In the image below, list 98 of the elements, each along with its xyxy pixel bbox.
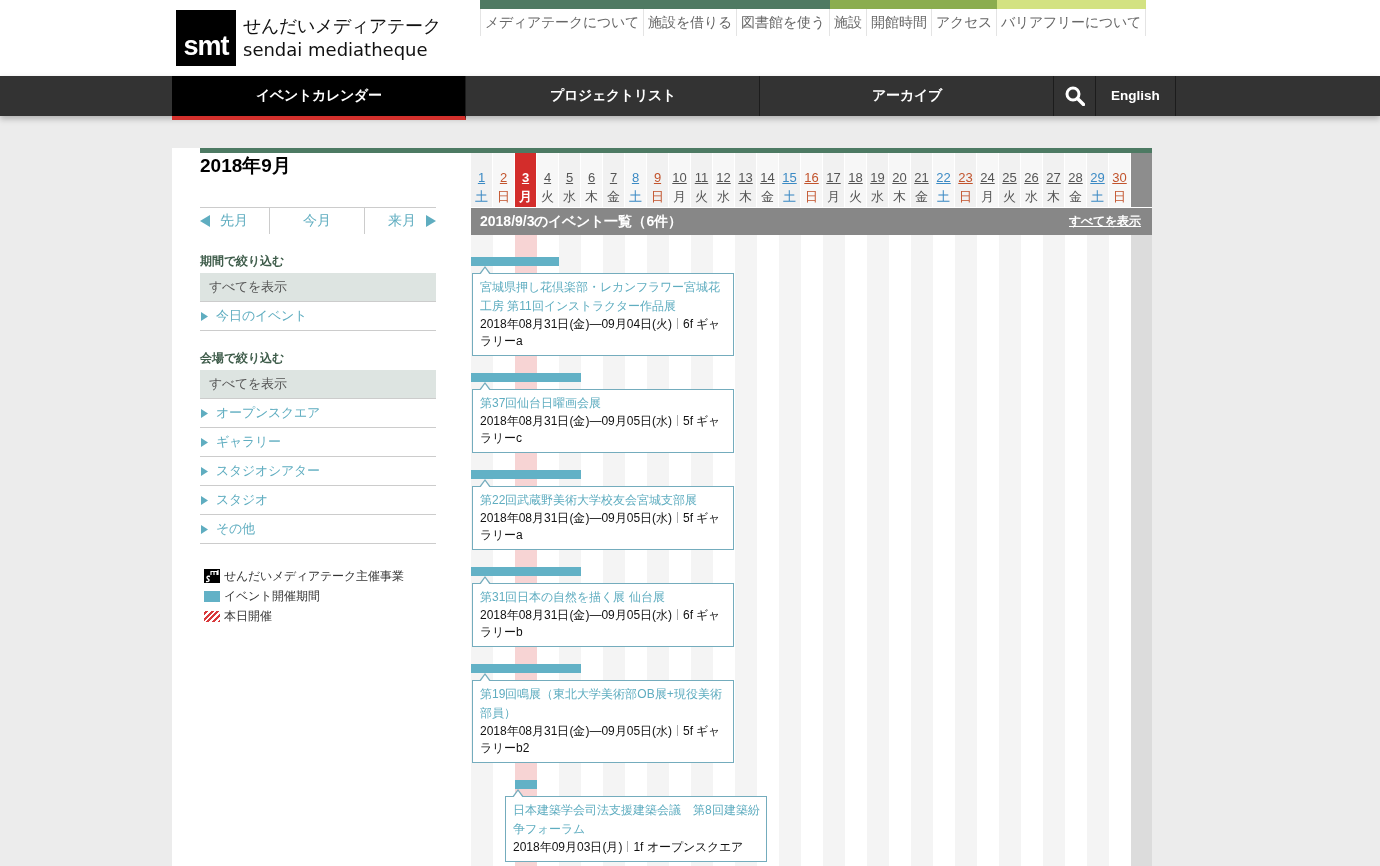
- list-heading-title: 2018/9/3のイベント一覧（6件）: [480, 212, 683, 231]
- event-period-bar: [515, 780, 537, 789]
- event-details: 2018年08月31日(金)—09月05日(水) 5f ギャラリーc: [480, 413, 722, 447]
- weekday-label: 月: [673, 188, 686, 206]
- day-number[interactable]: 19: [870, 169, 885, 187]
- weekday-label: 火: [1003, 188, 1016, 206]
- triangle-icon: [201, 408, 208, 418]
- language-link[interactable]: English: [1096, 76, 1176, 116]
- event-details: 2018年08月31日(金)—09月05日(水) 5f ギャラリーb2: [480, 723, 722, 757]
- weekday-label: 日: [497, 188, 510, 206]
- weekday-label: 木: [585, 188, 598, 206]
- day-number[interactable]: 21: [914, 169, 929, 187]
- day-number[interactable]: 10: [672, 169, 687, 187]
- day-number[interactable]: 2: [499, 169, 508, 187]
- filter-item[interactable]: すべてを表示: [200, 273, 436, 302]
- period-swatch-icon: [204, 590, 220, 602]
- show-all-link[interactable]: すべてを表示: [1069, 213, 1141, 230]
- right-triangle-icon: [426, 215, 436, 227]
- logo-name-english: sendai mediatheque: [243, 38, 429, 62]
- weekday-label: 火: [849, 188, 862, 206]
- left-triangle-icon: [200, 215, 210, 227]
- legend-label: イベント開催期間: [224, 588, 320, 604]
- day-number[interactable]: 12: [716, 169, 731, 187]
- legend-label: せんだいメディアテーク主催事業: [224, 568, 404, 584]
- filter-item[interactable]: すべてを表示: [200, 370, 436, 399]
- day-number[interactable]: 18: [848, 169, 863, 187]
- logo-name-japanese: せんだいメディアテーク: [243, 15, 441, 38]
- triangle-icon: [201, 437, 208, 447]
- weekday-label: 土: [783, 188, 796, 206]
- event-details: 2018年09月03日(月) 1f オープンスクエア: [513, 839, 744, 856]
- day-number[interactable]: 27: [1046, 169, 1061, 187]
- day-number[interactable]: 15: [782, 169, 797, 187]
- weekday-label: 水: [871, 188, 884, 206]
- day-number[interactable]: 16: [804, 169, 819, 187]
- legend-label: 本日開催: [224, 608, 272, 624]
- weekday-label: 土: [629, 188, 642, 206]
- weekday-label: 土: [937, 188, 950, 206]
- logo-mark[interactable]: smt: [176, 10, 236, 66]
- weekday-label: 土: [475, 188, 488, 206]
- top-link[interactable]: メディアテークについて: [480, 9, 644, 36]
- weekday-label: 火: [695, 188, 708, 206]
- weekday-label: 土: [1091, 188, 1104, 206]
- day-number[interactable]: 5: [565, 169, 574, 187]
- day-number[interactable]: 9: [653, 169, 662, 187]
- day-number[interactable]: 6: [587, 169, 596, 187]
- filter-heading: 期間で絞り込む: [200, 253, 285, 270]
- event-details: 2018年08月31日(金)—09月05日(水) 5f ギャラリーa: [480, 510, 722, 544]
- day-number[interactable]: 14: [760, 169, 775, 187]
- day-number[interactable]: 20: [892, 169, 907, 187]
- weekday-label: 日: [805, 188, 818, 206]
- weekday-label: 金: [915, 188, 928, 206]
- day-number[interactable]: 26: [1024, 169, 1039, 187]
- weekday-label: 金: [607, 188, 620, 206]
- weekday-label: 火: [541, 188, 554, 206]
- event-details: 2018年08月31日(金)—09月04日(火) 6f ギャラリーa: [480, 316, 722, 350]
- nav-tab[interactable]: イベントカレンダー: [172, 76, 466, 120]
- day-number[interactable]: 11: [694, 169, 709, 187]
- weekday-label: 水: [1025, 188, 1038, 206]
- search-button[interactable]: [1054, 76, 1096, 116]
- nav-tab[interactable]: プロジェクトリスト: [466, 76, 760, 116]
- triangle-icon: [201, 466, 208, 476]
- day-number[interactable]: 8: [631, 169, 640, 187]
- month-title: 2018年9月: [200, 154, 292, 178]
- weekday-label: 月: [827, 188, 840, 206]
- weekday-label: 木: [739, 188, 752, 206]
- day-number[interactable]: 28: [1068, 169, 1083, 187]
- logo-mark-icon: [204, 569, 220, 583]
- weekday-label: 金: [1069, 188, 1082, 206]
- nav-tab[interactable]: アーカイブ: [760, 76, 1054, 116]
- weekday-label: 日: [651, 188, 664, 206]
- day-number[interactable]: 24: [980, 169, 995, 187]
- hatched-swatch-icon: [204, 610, 220, 622]
- filter-heading: 会場で絞り込む: [200, 350, 285, 367]
- weekday-label: 月: [981, 188, 994, 206]
- triangle-icon: [201, 495, 208, 505]
- day-number[interactable]: 3: [521, 169, 530, 187]
- weekday-label: 水: [563, 188, 576, 206]
- day-number[interactable]: 13: [738, 169, 753, 187]
- search-icon: [1064, 86, 1085, 106]
- day-number[interactable]: 4: [543, 169, 552, 187]
- weekday-label: 木: [1047, 188, 1060, 206]
- day-number[interactable]: 22: [936, 169, 951, 187]
- weekday-label: 木: [893, 188, 906, 206]
- triangle-icon: [201, 524, 208, 534]
- triangle-icon: [201, 311, 208, 321]
- day-number[interactable]: 17: [826, 169, 841, 187]
- weekday-label: 金: [761, 188, 774, 206]
- day-number[interactable]: 25: [1002, 169, 1017, 187]
- day-number[interactable]: 29: [1090, 169, 1105, 187]
- day-number[interactable]: 7: [609, 169, 618, 187]
- weekday-label: 日: [959, 188, 972, 206]
- event-details: 2018年08月31日(金)—09月05日(水) 6f ギャラリーb: [480, 607, 722, 641]
- weekday-label: 水: [717, 188, 730, 206]
- weekday-label: 月: [519, 188, 532, 206]
- day-number[interactable]: 30: [1112, 169, 1127, 187]
- day-number[interactable]: 1: [477, 169, 486, 187]
- weekday-label: 日: [1113, 188, 1126, 206]
- day-number[interactable]: 23: [958, 169, 973, 187]
